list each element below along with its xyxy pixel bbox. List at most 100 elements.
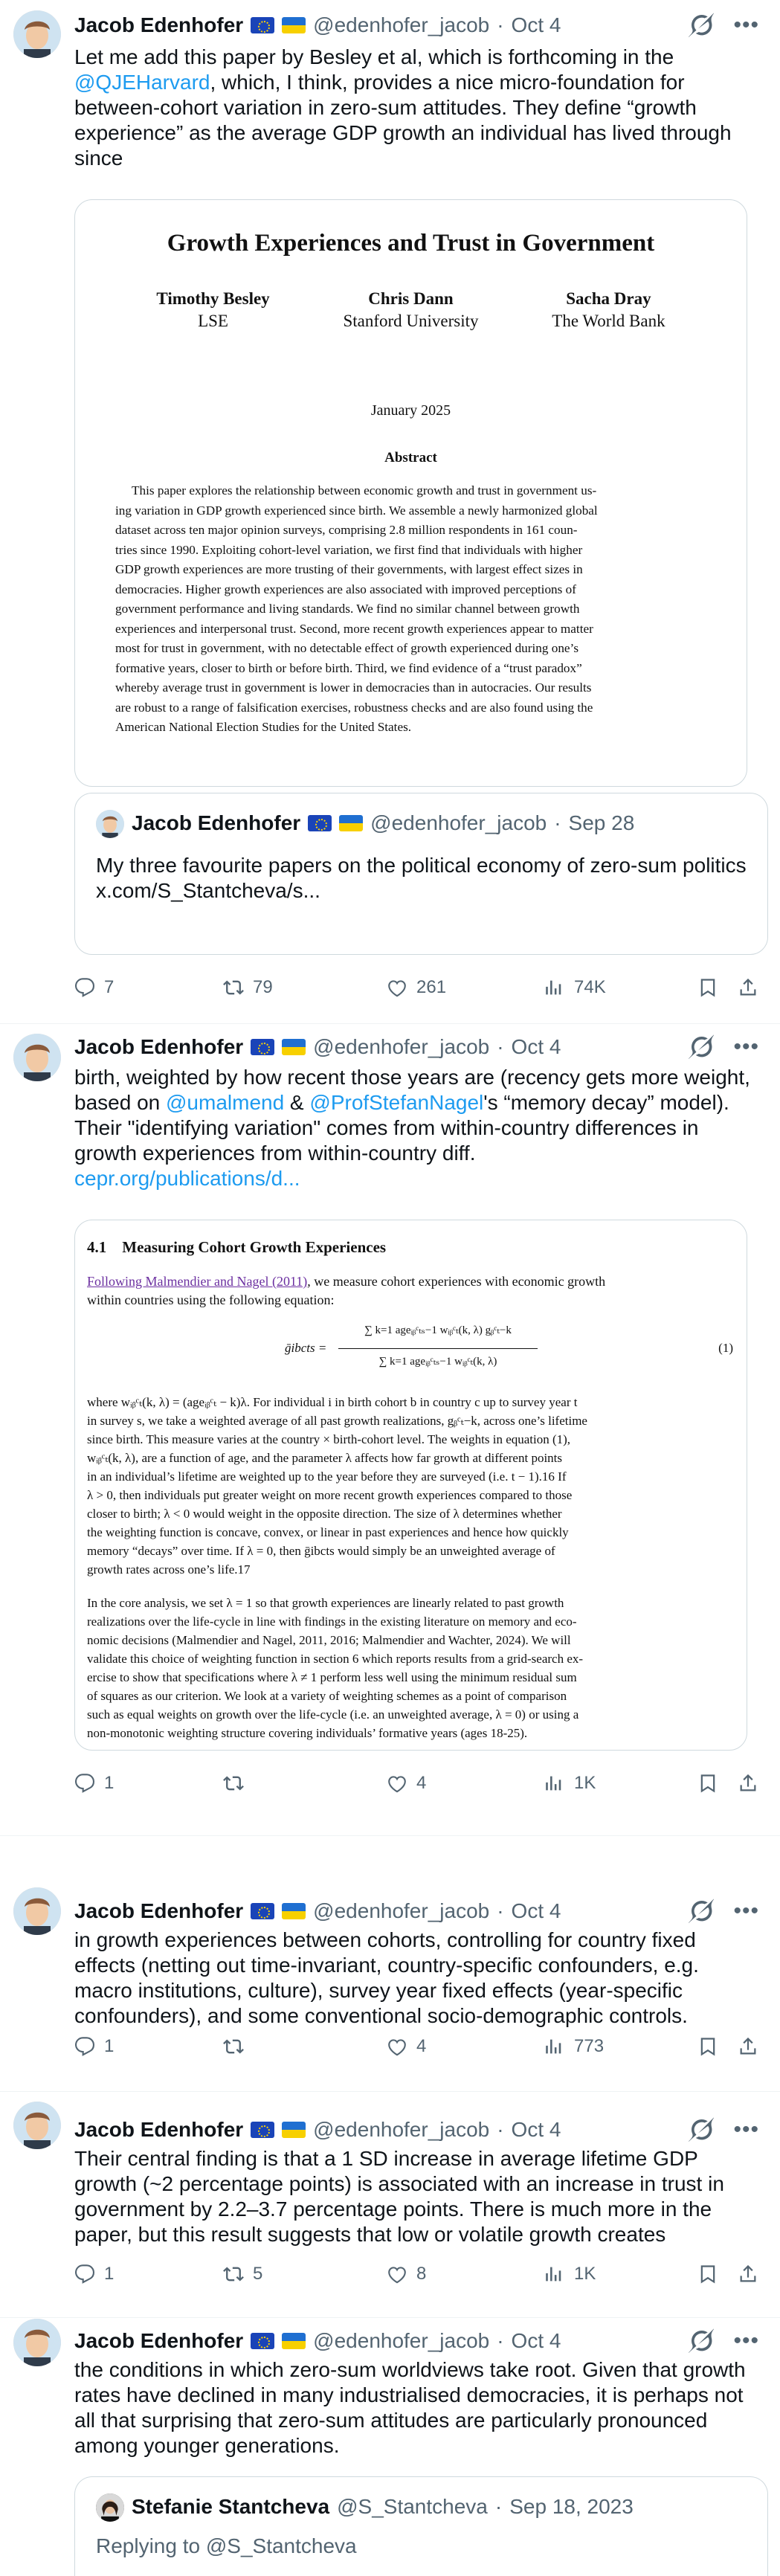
mention-link[interactable]: @ProfStefanNagel xyxy=(309,1091,483,1114)
author-handle[interactable]: @edenhofer_jacob xyxy=(313,2329,489,2353)
tweet-divider xyxy=(0,1023,780,1024)
paragraph-line: in survey s, we take a weighted average … xyxy=(87,1414,587,1428)
tweet-1[interactable]: Jacob Edenhofer @edenhofer_jacob · Oct 4… xyxy=(0,0,780,1035)
bookmark-button[interactable] xyxy=(697,2259,718,2289)
tweet-date[interactable]: Oct 4 xyxy=(512,1035,561,1059)
tweet-3[interactable]: Jacob Edenhofer @edenhofer_jacob · Oct 4… xyxy=(0,1837,780,2091)
views-button[interactable]: 74K xyxy=(544,973,606,1002)
quoted-author-name: Stefanie Stantcheva xyxy=(132,2495,330,2518)
paper-section-image[interactable]: 4.1 Measuring Cohort Growth Experiences … xyxy=(74,1220,747,1751)
more-icon[interactable]: ••• xyxy=(733,1900,759,1922)
views-icon xyxy=(544,977,565,998)
equation-lhs: ḡibcts = xyxy=(285,1341,327,1355)
author-handle[interactable]: @edenhofer_jacob xyxy=(313,1035,489,1059)
quoted-header: Stefanie Stantcheva @S_Stantcheva · Sep … xyxy=(132,2492,634,2522)
more-icon[interactable]: ••• xyxy=(733,2330,759,2352)
repost-icon xyxy=(223,1773,244,1794)
dot-separator: · xyxy=(497,2329,504,2352)
grok-icon[interactable] xyxy=(689,13,714,38)
external-link[interactable]: cepr.org/publications/d... xyxy=(74,1167,300,1190)
quoted-author-handle: @edenhofer_jacob xyxy=(370,811,547,834)
repost-button[interactable]: 5 xyxy=(223,2259,262,2289)
share-icon xyxy=(738,1773,758,1794)
quoted-tweet[interactable]: Jacob Edenhofer @edenhofer_jacob · Sep 2… xyxy=(74,793,768,955)
repost-button[interactable] xyxy=(223,1768,253,1798)
views-button[interactable]: 1K xyxy=(544,1768,596,1798)
mention-link[interactable]: @QJEHarvard xyxy=(74,71,210,94)
eu-flag-icon xyxy=(251,1903,275,1919)
grok-icon[interactable] xyxy=(689,1899,714,1924)
author-name[interactable]: Jacob Edenhofer xyxy=(74,2329,243,2353)
paragraph-line: λ > 0, then individuals put greater weig… xyxy=(87,1488,573,1502)
tweet-5[interactable]: Jacob Edenhofer @edenhofer_jacob · Oct 4… xyxy=(0,2319,780,2576)
more-icon[interactable]: ••• xyxy=(733,1036,759,1058)
author-name[interactable]: Jacob Edenhofer xyxy=(74,1035,243,1059)
grok-icon[interactable] xyxy=(689,2328,714,2354)
more-icon[interactable]: ••• xyxy=(733,14,759,36)
avatar[interactable] xyxy=(13,2102,61,2149)
share-button[interactable] xyxy=(738,973,758,1002)
more-icon[interactable]: ••• xyxy=(733,2119,759,2141)
paper-image[interactable]: Growth Experiences and Trust in Governme… xyxy=(74,199,747,787)
tweet-date[interactable]: Oct 4 xyxy=(512,2118,561,2142)
abstract-line: ing variation in GDP growth experienced … xyxy=(115,503,598,518)
like-button[interactable]: 4 xyxy=(387,2032,426,2061)
tweet-date[interactable]: Oct 4 xyxy=(512,13,561,37)
share-button[interactable] xyxy=(738,1768,758,1798)
avatar[interactable] xyxy=(13,1887,61,1935)
like-button[interactable]: 8 xyxy=(387,2259,426,2289)
grok-icon[interactable] xyxy=(689,1034,714,1060)
author-name[interactable]: Jacob Edenhofer xyxy=(74,2118,243,2142)
views-button[interactable]: 1K xyxy=(544,2259,596,2289)
share-button[interactable] xyxy=(738,2032,758,2061)
grok-icon[interactable] xyxy=(689,2117,714,2142)
dot-separator: · xyxy=(497,1035,504,1058)
views-button[interactable]: 773 xyxy=(544,2032,604,2061)
repost-button[interactable] xyxy=(223,2032,253,2061)
author-block: Chris Dann Stanford University xyxy=(343,289,478,331)
quoted-tweet[interactable]: Stefanie Stantcheva @S_Stantcheva · Sep … xyxy=(74,2476,768,2576)
author-handle[interactable]: @edenhofer_jacob xyxy=(313,1899,489,1923)
author-handle[interactable]: @edenhofer_jacob xyxy=(313,2118,489,2142)
bookmark-button[interactable] xyxy=(697,1768,718,1798)
avatar[interactable] xyxy=(13,10,61,58)
reply-button[interactable]: 1 xyxy=(74,2032,114,2061)
abstract-line: experiences and interpersonal trust. Sec… xyxy=(115,621,593,636)
avatar-image xyxy=(13,2319,61,2366)
bookmark-button[interactable] xyxy=(697,2032,718,2061)
abstract-line: most for trust in government, with no de… xyxy=(115,641,579,655)
tweet-2[interactable]: Jacob Edenhofer @edenhofer_jacob · Oct 4… xyxy=(0,1025,780,1835)
tweet-header: Jacob Edenhofer @edenhofer_jacob · Oct 4… xyxy=(74,1896,759,1926)
avatar[interactable] xyxy=(13,1034,61,1081)
author-name[interactable]: Jacob Edenhofer xyxy=(74,1899,243,1923)
equation: ḡibcts = ∑ k=1 ageᵢᵦᶜₜₛ−1 wᵢᵦᶜₜ(k, λ) gᵦ… xyxy=(75,1321,747,1381)
paragraph-line: where wᵢᵦᶜₜ(k, λ) = (ageᵢᵦᶜₜ − k)λ. For … xyxy=(87,1395,578,1409)
avatar[interactable] xyxy=(13,2319,61,2366)
tweet-4[interactable]: Jacob Edenhofer @edenhofer_jacob · Oct 4… xyxy=(0,2093,780,2317)
avatar-image xyxy=(13,1034,61,1081)
citation-link[interactable]: Following Malmendier and Nagel (2011) xyxy=(87,1274,307,1289)
like-button[interactable]: 261 xyxy=(387,973,446,1002)
tweet-date[interactable]: Oct 4 xyxy=(512,2329,561,2353)
share-button[interactable] xyxy=(738,2259,758,2289)
mention-link[interactable]: @umalmend xyxy=(166,1091,284,1114)
intro-text: , we measure cohort experiences with eco… xyxy=(307,1274,606,1289)
repost-count: 79 xyxy=(253,977,273,997)
author-name[interactable]: Jacob Edenhofer xyxy=(74,13,243,37)
eu-flag-icon xyxy=(251,2333,275,2349)
bookmark-button[interactable] xyxy=(697,973,718,1002)
author-handle[interactable]: @edenhofer_jacob xyxy=(313,13,489,37)
tweet-text: in growth experiences between cohorts, c… xyxy=(74,1928,699,2027)
reply-count: 7 xyxy=(104,977,115,997)
like-button[interactable]: 4 xyxy=(387,1768,426,1798)
tweet-date[interactable]: Oct 4 xyxy=(512,1899,561,1923)
repost-icon xyxy=(223,2036,244,2057)
repost-button[interactable]: 79 xyxy=(223,973,273,1002)
reply-button[interactable]: 1 xyxy=(74,1768,114,1798)
abstract-line: GDP growth experiences are more trusting… xyxy=(115,562,583,576)
reply-button[interactable]: 7 xyxy=(74,973,114,1002)
reply-button[interactable]: 1 xyxy=(74,2259,114,2289)
text-segment: Let me add this paper by Besley et al, w… xyxy=(74,45,674,68)
quoted-link: x.com/S_Stantcheva/s... xyxy=(96,879,320,902)
like-icon xyxy=(387,977,407,998)
